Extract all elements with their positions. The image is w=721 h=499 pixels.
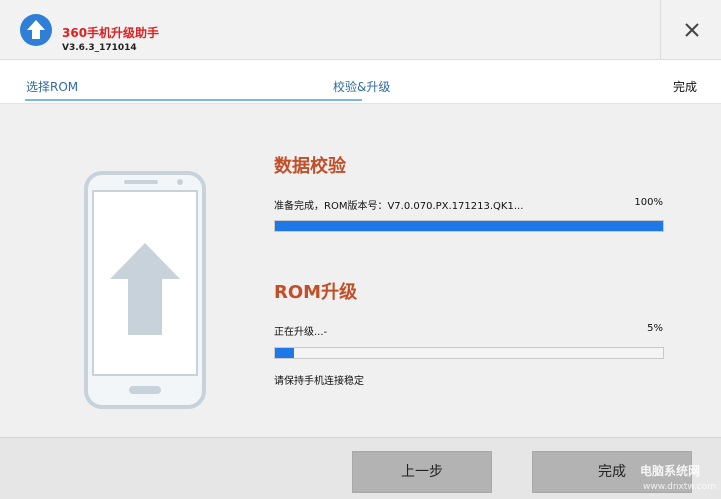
upgrade-status-text: 正在升级...- bbox=[274, 327, 328, 338]
step-select-rom: 选择ROM bbox=[26, 80, 79, 94]
verify-section-title: 数据校验 bbox=[274, 156, 346, 177]
watermark-url: www.dnxtw.com bbox=[643, 482, 717, 492]
upgrade-progress-fill bbox=[275, 348, 295, 358]
app-version: V3.6.3_171014 bbox=[62, 43, 137, 53]
upgrade-section-title: ROM升级 bbox=[274, 282, 358, 303]
step-indicator: 选择ROM 校验&升级 完成 bbox=[0, 60, 721, 104]
upgrade-progress-bar bbox=[274, 347, 664, 359]
step-progress-line bbox=[25, 99, 362, 101]
verify-progress-bar bbox=[274, 220, 664, 232]
connection-note: 请保持手机连接稳定 bbox=[274, 376, 364, 387]
close-icon[interactable] bbox=[684, 22, 700, 38]
footer-bar: 上一步 完成 bbox=[0, 437, 721, 499]
step-verify-upgrade: 校验&升级 bbox=[333, 80, 391, 94]
main-panel: 数据校验 准备完成，ROM版本号：V7.0.070.PX.171213.QK1.… bbox=[0, 104, 721, 437]
arrow-up-circle-icon bbox=[20, 14, 52, 46]
watermark-text: 电脑系统网 bbox=[640, 464, 701, 478]
previous-button[interactable]: 上一步 bbox=[352, 451, 492, 493]
step-complete: 完成 bbox=[673, 80, 698, 94]
verify-progress-fill bbox=[275, 221, 663, 231]
phone-upgrade-icon bbox=[84, 171, 206, 409]
verify-status-text: 准备完成，ROM版本号：V7.0.070.PX.171213.QK1... bbox=[274, 201, 524, 212]
upgrade-percent: 5% bbox=[647, 323, 663, 334]
app-title: 360手机升级助手 bbox=[62, 26, 160, 40]
close-button[interactable] bbox=[660, 0, 721, 60]
verify-percent: 100% bbox=[634, 197, 663, 208]
title-bar: 360手机升级助手 V3.6.3_171014 bbox=[0, 0, 721, 60]
